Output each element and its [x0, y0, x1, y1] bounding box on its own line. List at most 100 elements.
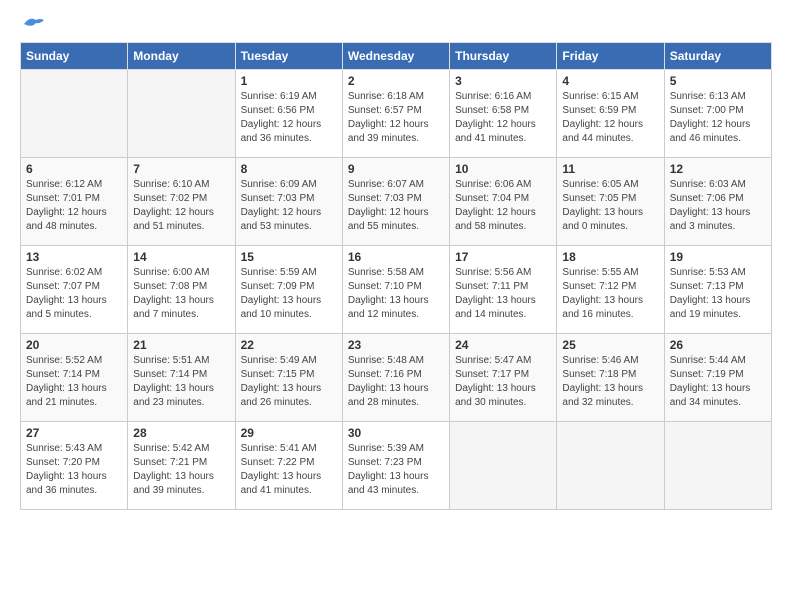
- day-number: 26: [670, 338, 766, 352]
- day-info: Sunrise: 5:49 AM Sunset: 7:15 PM Dayligh…: [241, 354, 337, 410]
- day-cell: 5 Sunrise: 6:13 AM Sunset: 7:00 PM Daylig…: [664, 70, 771, 158]
- header-thursday: Thursday: [450, 43, 557, 70]
- day-cell: 20 Sunrise: 5:52 AM Sunset: 7:14 PM Dayli…: [21, 334, 128, 422]
- day-cell: 25Sunrise: 5:46 AM Sunset: 7:18 PM Dayli…: [557, 334, 664, 422]
- day-cell: [128, 70, 235, 158]
- day-number: 20: [26, 338, 122, 352]
- day-cell: 15Sunrise: 5:59 AM Sunset: 7:09 PM Dayli…: [235, 246, 342, 334]
- day-number: 19: [670, 250, 766, 264]
- day-number: 25: [562, 338, 658, 352]
- week-row-2: 6 Sunrise: 6:12 AM Sunset: 7:01 PM Daylig…: [21, 158, 772, 246]
- week-row-3: 13 Sunrise: 6:02 AM Sunset: 7:07 PM Dayli…: [21, 246, 772, 334]
- day-number: 12: [670, 162, 766, 176]
- day-number: 28: [133, 426, 229, 440]
- day-number: 22: [241, 338, 337, 352]
- day-cell: 19 Sunrise: 5:53 AM Sunset: 7:13 PM Dayli…: [664, 246, 771, 334]
- header-monday: Monday: [128, 43, 235, 70]
- day-cell: 13 Sunrise: 6:02 AM Sunset: 7:07 PM Dayli…: [21, 246, 128, 334]
- day-cell: 23 Sunrise: 5:48 AM Sunset: 7:16 PM Dayli…: [342, 334, 449, 422]
- day-info: Sunrise: 6:10 AM Sunset: 7:02 PM Dayligh…: [133, 178, 229, 234]
- day-cell: 30Sunrise: 5:39 AM Sunset: 7:23 PM Dayli…: [342, 422, 449, 510]
- calendar-table: SundayMondayTuesdayWednesdayThursdayFrid…: [20, 42, 772, 510]
- day-info: Sunrise: 6:12 AM Sunset: 7:01 PM Dayligh…: [26, 178, 122, 234]
- day-info: Sunrise: 6:02 AM Sunset: 7:07 PM Dayligh…: [26, 266, 122, 322]
- day-info: Sunrise: 6:00 AM Sunset: 7:08 PM Dayligh…: [133, 266, 229, 322]
- day-number: 7: [133, 162, 229, 176]
- day-info: Sunrise: 5:55 AM Sunset: 7:12 PM Dayligh…: [562, 266, 658, 322]
- day-cell: 29 Sunrise: 5:41 AM Sunset: 7:22 PM Dayli…: [235, 422, 342, 510]
- day-cell: 9 Sunrise: 6:07 AM Sunset: 7:03 PM Daylig…: [342, 158, 449, 246]
- day-number: 17: [455, 250, 551, 264]
- day-info: Sunrise: 5:48 AM Sunset: 7:16 PM Dayligh…: [348, 354, 444, 410]
- calendar-header: SundayMondayTuesdayWednesdayThursdayFrid…: [21, 43, 772, 70]
- day-number: 18: [562, 250, 658, 264]
- day-number: 1: [241, 74, 337, 88]
- day-info: Sunrise: 5:51 AM Sunset: 7:14 PM Dayligh…: [133, 354, 229, 410]
- day-info: Sunrise: 6:19 AM Sunset: 6:56 PM Dayligh…: [241, 90, 337, 146]
- day-cell: 28Sunrise: 5:42 AM Sunset: 7:21 PM Dayli…: [128, 422, 235, 510]
- header-wednesday: Wednesday: [342, 43, 449, 70]
- day-cell: 7 Sunrise: 6:10 AM Sunset: 7:02 PM Daylig…: [128, 158, 235, 246]
- day-cell: 6 Sunrise: 6:12 AM Sunset: 7:01 PM Daylig…: [21, 158, 128, 246]
- day-info: Sunrise: 5:41 AM Sunset: 7:22 PM Dayligh…: [241, 442, 337, 498]
- day-number: 13: [26, 250, 122, 264]
- day-cell: 24 Sunrise: 5:47 AM Sunset: 7:17 PM Dayli…: [450, 334, 557, 422]
- day-cell: 16 Sunrise: 5:58 AM Sunset: 7:10 PM Dayli…: [342, 246, 449, 334]
- day-number: 16: [348, 250, 444, 264]
- day-info: Sunrise: 6:06 AM Sunset: 7:04 PM Dayligh…: [455, 178, 551, 234]
- day-number: 3: [455, 74, 551, 88]
- day-number: 10: [455, 162, 551, 176]
- day-number: 29: [241, 426, 337, 440]
- day-cell: [21, 70, 128, 158]
- day-cell: [450, 422, 557, 510]
- logo: [20, 20, 44, 32]
- week-row-5: 27Sunrise: 5:43 AM Sunset: 7:20 PM Dayli…: [21, 422, 772, 510]
- week-row-1: 1 Sunrise: 6:19 AM Sunset: 6:56 PM Daylig…: [21, 70, 772, 158]
- day-number: 14: [133, 250, 229, 264]
- day-number: 9: [348, 162, 444, 176]
- page-header: [20, 20, 772, 32]
- day-cell: 10 Sunrise: 6:06 AM Sunset: 7:04 PM Dayli…: [450, 158, 557, 246]
- day-cell: 22 Sunrise: 5:49 AM Sunset: 7:15 PM Dayli…: [235, 334, 342, 422]
- day-number: 27: [26, 426, 122, 440]
- day-cell: 17 Sunrise: 5:56 AM Sunset: 7:11 PM Dayli…: [450, 246, 557, 334]
- day-number: 30: [348, 426, 444, 440]
- header-sunday: Sunday: [21, 43, 128, 70]
- day-info: Sunrise: 6:07 AM Sunset: 7:03 PM Dayligh…: [348, 178, 444, 234]
- day-cell: 1 Sunrise: 6:19 AM Sunset: 6:56 PM Daylig…: [235, 70, 342, 158]
- day-info: Sunrise: 6:05 AM Sunset: 7:05 PM Dayligh…: [562, 178, 658, 234]
- day-info: Sunrise: 6:03 AM Sunset: 7:06 PM Dayligh…: [670, 178, 766, 234]
- day-info: Sunrise: 5:44 AM Sunset: 7:19 PM Dayligh…: [670, 354, 766, 410]
- day-cell: 26 Sunrise: 5:44 AM Sunset: 7:19 PM Dayli…: [664, 334, 771, 422]
- day-info: Sunrise: 6:13 AM Sunset: 7:00 PM Dayligh…: [670, 90, 766, 146]
- header-saturday: Saturday: [664, 43, 771, 70]
- day-cell: 12 Sunrise: 6:03 AM Sunset: 7:06 PM Dayli…: [664, 158, 771, 246]
- day-number: 6: [26, 162, 122, 176]
- day-info: Sunrise: 6:15 AM Sunset: 6:59 PM Dayligh…: [562, 90, 658, 146]
- header-friday: Friday: [557, 43, 664, 70]
- day-cell: 2Sunrise: 6:18 AM Sunset: 6:57 PM Daylig…: [342, 70, 449, 158]
- day-info: Sunrise: 5:58 AM Sunset: 7:10 PM Dayligh…: [348, 266, 444, 322]
- day-cell: 3 Sunrise: 6:16 AM Sunset: 6:58 PM Daylig…: [450, 70, 557, 158]
- day-number: 11: [562, 162, 658, 176]
- day-info: Sunrise: 6:16 AM Sunset: 6:58 PM Dayligh…: [455, 90, 551, 146]
- day-info: Sunrise: 5:53 AM Sunset: 7:13 PM Dayligh…: [670, 266, 766, 322]
- header-row: SundayMondayTuesdayWednesdayThursdayFrid…: [21, 43, 772, 70]
- day-info: Sunrise: 5:56 AM Sunset: 7:11 PM Dayligh…: [455, 266, 551, 322]
- day-number: 5: [670, 74, 766, 88]
- calendar-body: 1 Sunrise: 6:19 AM Sunset: 6:56 PM Daylig…: [21, 70, 772, 510]
- day-cell: 4Sunrise: 6:15 AM Sunset: 6:59 PM Daylig…: [557, 70, 664, 158]
- day-cell: 18 Sunrise: 5:55 AM Sunset: 7:12 PM Dayli…: [557, 246, 664, 334]
- day-info: Sunrise: 5:47 AM Sunset: 7:17 PM Dayligh…: [455, 354, 551, 410]
- day-info: Sunrise: 5:52 AM Sunset: 7:14 PM Dayligh…: [26, 354, 122, 410]
- day-cell: 27Sunrise: 5:43 AM Sunset: 7:20 PM Dayli…: [21, 422, 128, 510]
- day-number: 23: [348, 338, 444, 352]
- day-number: 2: [348, 74, 444, 88]
- day-number: 24: [455, 338, 551, 352]
- day-info: Sunrise: 6:09 AM Sunset: 7:03 PM Dayligh…: [241, 178, 337, 234]
- day-number: 15: [241, 250, 337, 264]
- day-cell: 21 Sunrise: 5:51 AM Sunset: 7:14 PM Dayli…: [128, 334, 235, 422]
- day-cell: [664, 422, 771, 510]
- day-number: 21: [133, 338, 229, 352]
- day-cell: 11 Sunrise: 6:05 AM Sunset: 7:05 PM Dayli…: [557, 158, 664, 246]
